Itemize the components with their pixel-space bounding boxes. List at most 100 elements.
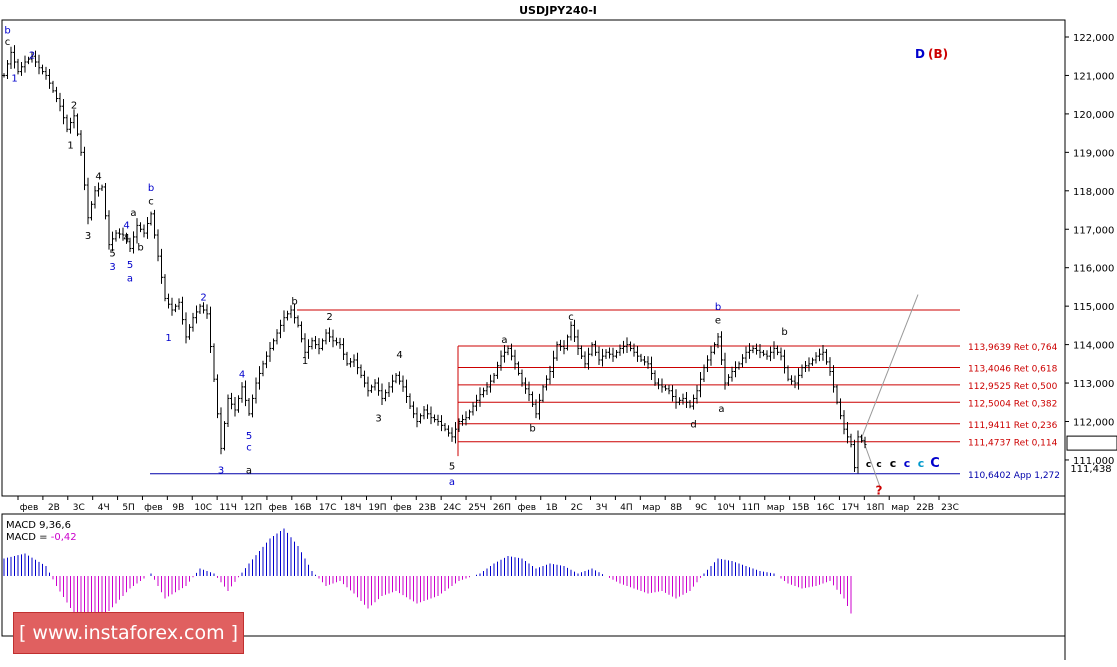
y-tick-label: 119,000 (1073, 148, 1114, 159)
x-tick-label: 24С (443, 503, 461, 513)
macd-title: MACD 9,36,6 (6, 520, 71, 531)
wave-label: d (690, 419, 696, 430)
wave-label: c (568, 312, 574, 323)
x-tick-label: фев (518, 503, 537, 513)
watermark-text: www.instaforex.com (32, 622, 225, 644)
wave-label-c: c (904, 457, 911, 470)
wave-label-c: c (866, 460, 871, 470)
watermark: [ www.instaforex.com ] (13, 612, 244, 654)
wave-label: 1 (302, 356, 308, 367)
x-tick-label: 11П (742, 503, 760, 513)
y-tick-label: 111,000 (1073, 456, 1114, 467)
x-tick-label: мар (642, 503, 660, 513)
wave-label-c: C (930, 456, 940, 471)
x-tick-label: 17Ч (842, 503, 860, 513)
x-tick-label: 11Ч (219, 503, 237, 513)
x-tick-label: мар (767, 503, 785, 513)
chart-title: USDJPY240-I (519, 4, 597, 17)
y-tick-label: 114,000 (1073, 341, 1114, 352)
x-tick-label: 9С (695, 503, 707, 513)
wave-label: b (529, 423, 535, 434)
x-tick-label: 2С (571, 503, 583, 513)
x-tick-label: фев (393, 503, 412, 513)
x-tick-label: 10С (194, 503, 212, 513)
current-price-box (1066, 435, 1117, 451)
x-tick-label: 26П (493, 503, 511, 513)
wave-label: 4 (123, 233, 129, 244)
wave-label: b (291, 296, 297, 307)
fib-level-label: 111,9411 Ret 0,236 (968, 421, 1058, 431)
wave-label: 3 (109, 262, 115, 273)
fib-level-label: 111,4737 Ret 0,114 (968, 439, 1058, 449)
x-tick-label: 4П (620, 503, 633, 513)
watermark-bracket-right: ] (224, 622, 239, 644)
macd-value-prefix: MACD = (6, 532, 51, 543)
wave-label: 3 (375, 414, 381, 425)
x-tick-label: 10Ч (717, 503, 735, 513)
wave-label: 4 (396, 350, 402, 361)
x-tick-label: 2В (48, 503, 60, 513)
wave-label: b (715, 302, 721, 313)
y-tick-label: 122,000 (1073, 33, 1114, 44)
macd-value-label: MACD = -0,42 (6, 532, 77, 543)
wave-label: 1 (165, 333, 171, 344)
wave-label: b (781, 327, 787, 338)
wave-label: 1 (11, 73, 17, 84)
wave-label-c: c (918, 457, 925, 470)
wave-title-primary: D (915, 47, 925, 61)
wave-label: c (246, 442, 252, 453)
macd-value-number: -0,42 (51, 532, 77, 543)
wave-label: 5 (449, 462, 455, 473)
wave-label: a (246, 466, 252, 477)
wave-label: 5 (246, 431, 252, 442)
wave-label: 2 (71, 100, 77, 111)
fib-level-label: 113,4046 Ret 0,618 (968, 364, 1058, 374)
chart-svg: USDJPY240-I D (B) 111,438 122,000121,000… (0, 0, 1117, 663)
x-tick-label: 3Ч (596, 503, 608, 513)
wave-label: b (137, 243, 143, 254)
x-tick-label: 16В (294, 503, 312, 513)
wave-label-c: c (890, 457, 897, 470)
wave-label: 4 (95, 171, 101, 182)
wave-label: b (148, 183, 154, 194)
fib-level-label: 112,5004 Ret 0,382 (968, 399, 1057, 409)
fib-level-label: 112,9525 Ret 0,500 (968, 382, 1058, 392)
fib-level-label: 110,6402 App 1,272 (968, 471, 1060, 481)
x-tick-label: 3С (73, 503, 85, 513)
x-tick-label: 23С (941, 503, 959, 513)
wave-label: 2 (200, 293, 206, 304)
watermark-bracket-left: [ (18, 622, 33, 644)
x-tick-label: 18П (866, 503, 884, 513)
x-tick-label: 25Ч (468, 503, 486, 513)
x-tick-label: 23В (418, 503, 436, 513)
x-tick-label: 4Ч (98, 503, 110, 513)
y-tick-label: 112,000 (1073, 418, 1114, 429)
wave-label: 3 (218, 466, 224, 477)
wave-label: 2 (326, 312, 332, 323)
wave-label: 1 (67, 141, 73, 152)
x-tick-label: 16С (817, 503, 835, 513)
wave-title-secondary: (B) (928, 47, 948, 61)
wave-label: a (501, 335, 507, 346)
x-tick-label: фев (269, 503, 288, 513)
fib-level-label: 113,9639 Ret 0,764 (968, 343, 1058, 353)
wave-label: a (130, 208, 136, 219)
y-tick-label: 116,000 (1073, 264, 1114, 275)
wave-label: 3 (85, 231, 91, 242)
wave-label: e (715, 316, 721, 327)
y-tick-label: 121,000 (1073, 71, 1114, 82)
wave-label: 2 (29, 50, 35, 61)
y-tick-label: 117,000 (1073, 225, 1114, 236)
wave-label: 4 (123, 221, 129, 232)
y-tick-label: 115,000 (1073, 302, 1114, 313)
x-tick-label: фев (20, 503, 39, 513)
x-tick-label: 12П (244, 503, 262, 513)
x-tick-label: 19П (368, 503, 386, 513)
chart-root: USDJPY240-I D (B) 111,438 122,000 121,000… (0, 0, 1117, 663)
x-tick-label: фев (144, 503, 163, 513)
wave-label: 5 (109, 248, 115, 259)
wave-label: a (718, 404, 724, 415)
wave-label-c: c (876, 460, 881, 470)
x-tick-label: 9В (172, 503, 184, 513)
x-tick-label: 17С (319, 503, 337, 513)
